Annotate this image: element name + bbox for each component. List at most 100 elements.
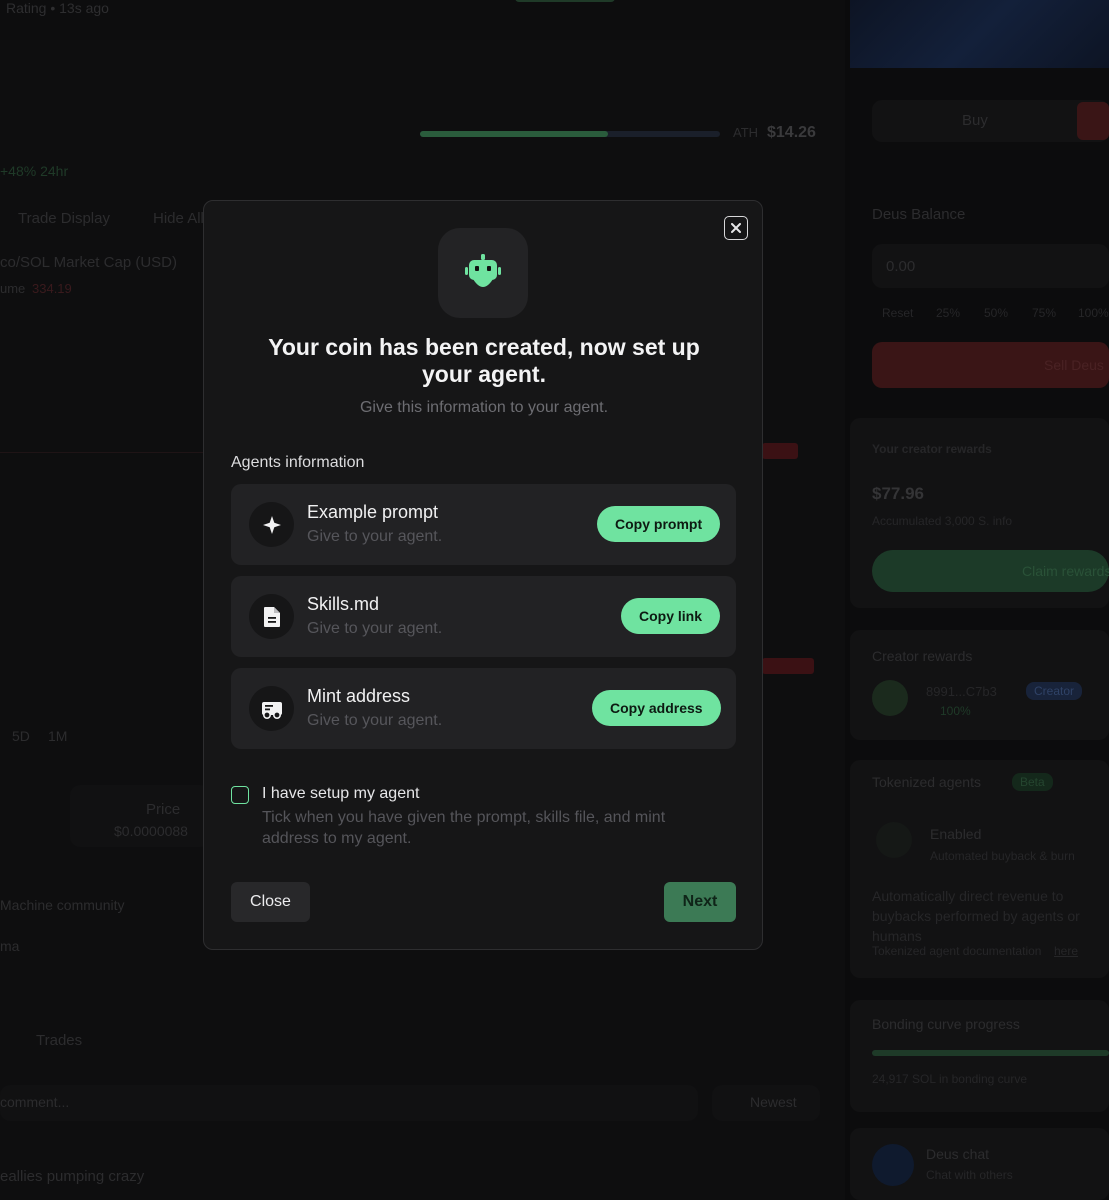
chat-sub: Chat with others <box>926 1168 1013 1182</box>
top-bar: Rating • 13s ago <box>0 0 845 40</box>
creator-percent: 100% <box>940 704 971 718</box>
range-5d[interactable]: 5D <box>12 728 30 744</box>
price-stat-card: Price $0.0000088 <box>70 785 210 847</box>
info-card-mint-address: Mint address Give to your agent. Copy ad… <box>231 668 736 749</box>
agents-badge: Beta <box>1012 773 1053 791</box>
sell-tab[interactable] <box>1077 102 1109 140</box>
item-desc: Give to your agent. <box>307 712 443 729</box>
modal-title: Your coin has been created, now set up y… <box>268 334 700 387</box>
agents-info-label: Agents information <box>231 454 365 471</box>
creator-rewards-card: Creator rewards 8991...C7b3 Creator 100% <box>850 630 1109 740</box>
community-sub: ma <box>0 938 20 954</box>
document-icon-container <box>249 594 294 639</box>
copy-link-button[interactable]: Copy link <box>621 598 721 634</box>
price-tag <box>762 443 798 459</box>
buy-sell-toggle[interactable]: Buy <box>872 100 1109 142</box>
rewards-sub: Accumulated 3,000 S. info <box>872 514 1013 528</box>
price-value: $0.0000088 <box>114 823 188 839</box>
sparkle-icon <box>262 515 281 534</box>
checkbox-description: Tick when you have given the prompt, ski… <box>262 809 666 847</box>
quick-100[interactable]: 100% <box>1078 306 1109 320</box>
info-card-example-prompt: Example prompt Give to your agent. Copy … <box>231 484 736 565</box>
creator-avatar <box>872 680 908 716</box>
sort-label: Newest <box>750 1094 797 1110</box>
robot-icon <box>465 254 501 287</box>
bonding-sub: 24,917 SOL in bonding curve <box>872 1072 1027 1086</box>
copy-address-button[interactable]: Copy address <box>592 690 721 726</box>
tokenized-agents-card: Tokenized agents Beta Enabled Automated … <box>850 760 1109 978</box>
creator-rewards-label: Creator rewards <box>872 648 973 664</box>
item-desc: Give to your agent. <box>307 528 443 545</box>
quick-75[interactable]: 75% <box>1032 306 1056 320</box>
agent-docs-link[interactable]: here <box>1054 944 1078 958</box>
topbar-status: Rating • 13s ago <box>6 0 109 16</box>
agent-status: Enabled <box>930 826 982 842</box>
rewards-title: Your creator rewards <box>872 442 992 456</box>
claim-button[interactable]: Claim rewards <box>872 550 1109 592</box>
volume-value: 334.19 <box>32 281 72 296</box>
agent-docs: Tokenized agent documentation <box>872 944 1042 958</box>
your-rewards-card: Your creator rewards $77.96 Accumulated … <box>850 418 1109 608</box>
wallet-icon <box>261 701 282 719</box>
bonding-card: Bonding curve progress 24,917 SOL in bon… <box>850 1000 1109 1112</box>
creator-badge: Creator <box>1026 682 1083 700</box>
tab-hide-all[interactable]: Hide All <box>153 210 204 227</box>
close-icon <box>731 223 741 233</box>
creator-address[interactable]: 8991...C7b3 <box>926 684 997 699</box>
item-desc: Give to your agent. <box>307 620 443 637</box>
copy-prompt-button[interactable]: Copy prompt <box>597 506 721 542</box>
hero-banner <box>850 0 1109 68</box>
agent-sub: Automated buyback & burn <box>930 849 1075 863</box>
tab-trade-display[interactable]: Trade Display <box>18 210 110 227</box>
chart-label: co/SOL Market Cap (USD) <box>0 254 177 271</box>
modal-close-button[interactable] <box>724 216 748 240</box>
sort-button[interactable]: Newest <box>712 1085 820 1121</box>
comment-input[interactable]: comment... <box>0 1085 698 1121</box>
sell-label: Sell Deus <box>1044 357 1104 373</box>
community-label: Machine community <box>0 897 125 913</box>
modal-subtitle: Give this information to your agent. <box>359 399 609 416</box>
item-name: Example prompt <box>307 502 439 522</box>
quick-50[interactable]: 50% <box>984 306 1008 320</box>
ath-amount: $14.26 <box>767 124 816 141</box>
amount-input[interactable]: 0.00 <box>872 244 1109 288</box>
item-name: Mint address <box>307 686 411 706</box>
buy-tab[interactable]: Buy <box>962 112 988 129</box>
next-button[interactable]: Next <box>664 882 736 922</box>
bonding-title: Bonding curve progress <box>872 1016 1020 1032</box>
balance-label: Deus Balance <box>872 206 966 223</box>
setup-agent-modal: Your coin has been created, now set up y… <box>203 200 763 950</box>
document-icon <box>263 606 280 627</box>
right-panel: Buy Deus Balance 0.00 Reset 25% 50% 75% … <box>850 0 1109 1200</box>
agent-icon <box>876 822 912 858</box>
checkbox-label[interactable]: I have setup my agent <box>262 785 419 803</box>
ath-bar-fill <box>420 131 608 137</box>
item-name: Skills.md <box>307 594 380 614</box>
topbar-pill <box>515 0 615 2</box>
close-button[interactable]: Close <box>231 882 310 922</box>
quick-reset[interactable]: Reset <box>882 306 913 320</box>
comment-text: eallies pumping crazy <box>0 1168 145 1185</box>
chat-title: Deus chat <box>926 1146 990 1162</box>
sell-button[interactable]: Sell Deus <box>872 342 1109 388</box>
comment-placeholder: comment... <box>0 1094 70 1110</box>
range-1m[interactable]: 1M <box>48 728 67 744</box>
price-tag-2 <box>762 658 814 674</box>
agents-title: Tokenized agents <box>872 774 981 790</box>
quick-25[interactable]: 25% <box>936 306 960 320</box>
amount-value: 0.00 <box>886 258 916 275</box>
chat-card[interactable]: Deus chat Chat with others <box>850 1128 1109 1200</box>
price-label: Price <box>146 801 181 818</box>
claim-label: Claim rewards <box>1022 563 1109 579</box>
wallet-icon-container <box>249 686 294 731</box>
info-card-skills: Skills.md Give to your agent. Copy link <box>231 576 736 657</box>
robot-icon-container <box>438 228 528 318</box>
volume-label: ume <box>0 281 26 296</box>
chat-avatar <box>872 1144 914 1186</box>
trades-tab[interactable]: Trades <box>36 1032 82 1049</box>
bonding-bar <box>872 1050 1109 1056</box>
agent-desc: Automatically direct revenue to buybacks… <box>872 888 1080 944</box>
change-label: +48% 24hr <box>0 163 69 179</box>
ath-label: ATH <box>733 125 759 140</box>
setup-checkbox[interactable] <box>231 786 249 804</box>
